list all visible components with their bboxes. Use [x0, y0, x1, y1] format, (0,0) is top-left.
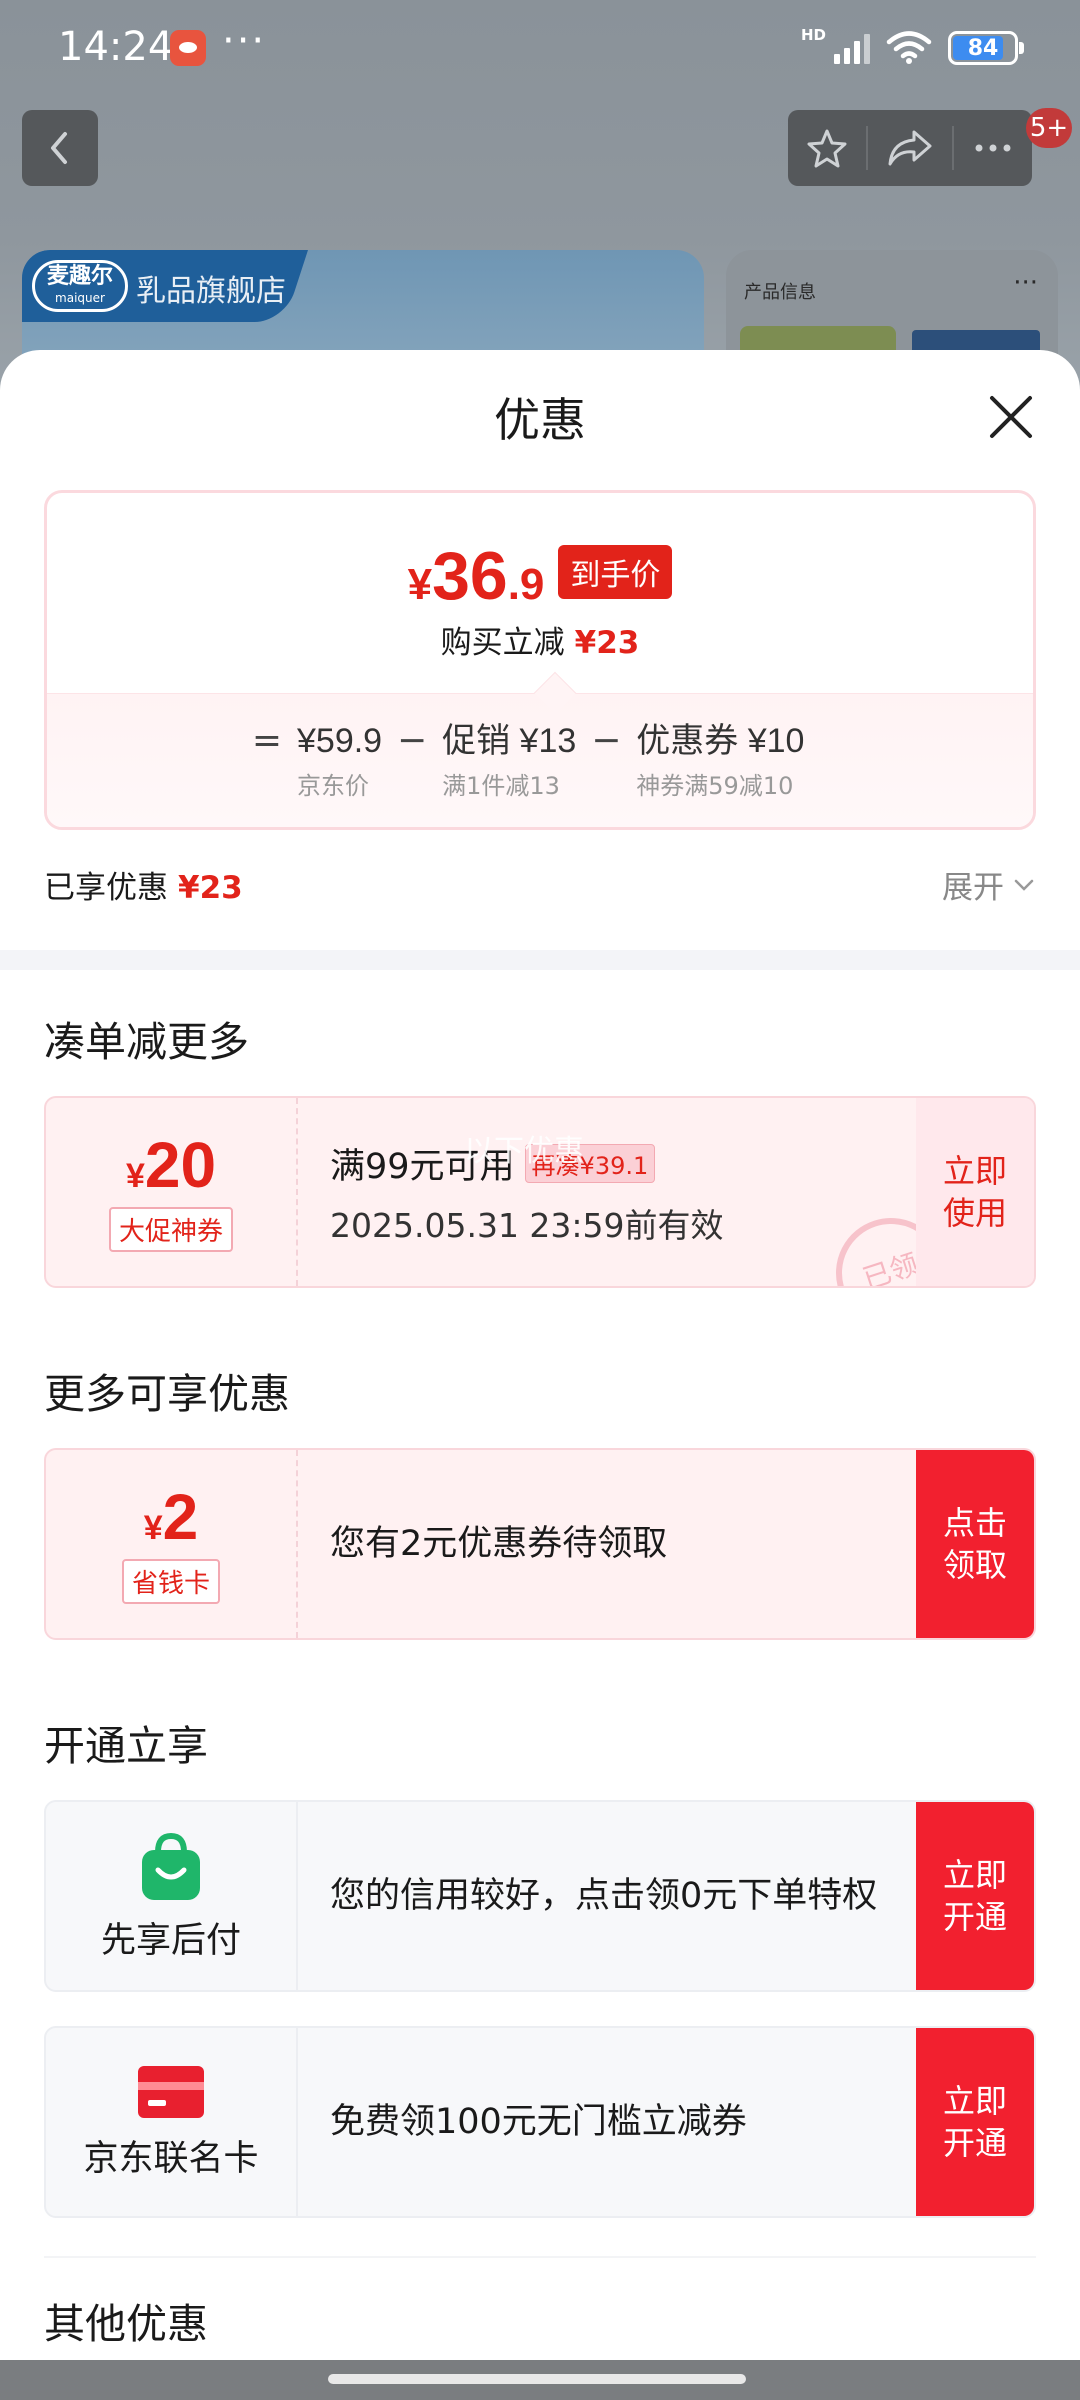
- use-now-button[interactable]: 立即 使用: [916, 1098, 1034, 1286]
- open-now-button[interactable]: 立即 开通: [916, 2028, 1034, 2216]
- claim-button[interactable]: 点击 领取: [916, 1450, 1034, 1638]
- coupon-discount: 优惠券 ¥10 神券满59减10: [636, 722, 805, 800]
- price-calc-area: = ¥59.9 京东价 − 促销 ¥13 满1件减13 − 优惠券 ¥10 神券…: [47, 693, 1033, 827]
- promo-coupon: ¥20 大促神券 满99元可用 再凑¥39.1 2025.05.31 23:59…: [44, 1096, 1036, 1288]
- store-name: 乳品旗舰店: [136, 274, 286, 309]
- shopping-bag-icon: [142, 1832, 200, 1900]
- buy-reduce: 购买立减 ¥23: [440, 625, 640, 661]
- minus-sign: −: [397, 720, 428, 761]
- open-now-button[interactable]: 立即 开通: [916, 1802, 1034, 1990]
- more-notifications-icon: ···: [222, 18, 267, 64]
- section-title-more-combo: 凑单减更多: [44, 1018, 249, 1066]
- back-button[interactable]: [22, 110, 98, 186]
- more-icon[interactable]: [971, 126, 1015, 170]
- coupon-value: ¥20 大促神券: [46, 1098, 298, 1286]
- product-info-more: ···: [1013, 268, 1038, 298]
- offer-name: 先享后付: [100, 1920, 241, 1961]
- status-icons: HD 84: [800, 26, 1024, 68]
- wifi-icon: [886, 31, 932, 64]
- watermark-text: 以下优惠: [464, 1134, 584, 1169]
- app-notification-icon: [170, 30, 206, 66]
- final-price-row: ¥36.9 到手价: [47, 537, 1033, 615]
- coupon-type-label: 省钱卡: [121, 1558, 220, 1604]
- final-price-tag: 到手价: [558, 545, 673, 599]
- chevron-down-icon: [1014, 879, 1034, 891]
- message-badge: 5+: [1026, 108, 1072, 148]
- section-title-more-offers: 更多可享优惠: [44, 1370, 290, 1418]
- coupon-details: 您有2元优惠券待领取: [330, 1524, 668, 1564]
- nav-actions: [788, 110, 1032, 186]
- price-breakdown-card: ¥36.9 到手价 购买立减 ¥23 = ¥59.9 京东价 − 促销 ¥13 满…: [44, 490, 1036, 830]
- battery-level: 84: [967, 36, 999, 61]
- hd-label: HD: [800, 26, 826, 44]
- co-branded-card-offer: 京东联名卡 免费领100元无门槛立减券 立即 开通: [44, 2026, 1036, 2218]
- section-title-open-enjoy: 开通立享: [44, 1722, 208, 1770]
- status-bar: 14:24 ··· HD 84: [0, 0, 1080, 100]
- offer-name: 京东联名卡: [83, 2138, 259, 2179]
- final-price: ¥36.9: [407, 538, 545, 614]
- coupon-details: 满99元可用 再凑¥39.1 2025.05.31 23:59前有效: [330, 1098, 904, 1286]
- sheet-title: 优惠: [494, 393, 586, 447]
- offer-details: 您的信用较好，点击领0元下单特权: [330, 1876, 878, 1916]
- offer-details: 免费领100元无门槛立减券: [330, 2102, 747, 2142]
- close-icon[interactable]: [978, 384, 1044, 450]
- savings-card-coupon: ¥2 省钱卡 您有2元优惠券待领取 点击 领取: [44, 1448, 1036, 1640]
- promotion-discount: 促销 ¥13 满1件减13: [442, 722, 577, 800]
- section-title-other: 其他优惠: [44, 2300, 208, 2348]
- coupon-expiry: 2025.05.31 23:59前有效: [330, 1205, 724, 1245]
- signal-icon: [834, 32, 870, 64]
- chevron-left-icon: [51, 132, 67, 164]
- coupon-type-label: 大促神券: [108, 1206, 233, 1252]
- battery-icon: 84: [948, 31, 1024, 65]
- coupon-value: ¥2 省钱卡: [46, 1450, 298, 1638]
- enjoyed-discount: 已享优惠 ¥23: [44, 870, 243, 906]
- discount-sheet: 优惠 ¥36.9 到手价 购买立减 ¥23 = ¥59.9 京东价 − 促销 ¥…: [0, 350, 1080, 2360]
- jd-price: ¥59.9 京东价: [297, 722, 383, 800]
- section-divider: [0, 950, 1080, 970]
- pay-later-offer: 先享后付 您的信用较好，点击领0元下单特权 立即 开通: [44, 1800, 1036, 1992]
- expand-button[interactable]: 展开: [942, 862, 1036, 907]
- store-logo: 麦趣尔 maiquer: [32, 260, 128, 312]
- product-info-title: 产品信息: [744, 282, 816, 303]
- price-calculation: = ¥59.9 京东价 − 促销 ¥13 满1件减13 − 优惠券 ¥10 神券…: [237, 720, 805, 801]
- status-time: 14:24: [58, 24, 174, 70]
- section-divider: [44, 2256, 1036, 2258]
- minus-sign: −: [591, 720, 622, 761]
- share-icon[interactable]: [886, 126, 934, 170]
- equals-sign: =: [251, 720, 283, 761]
- card-icon: [138, 2065, 204, 2118]
- home-indicator: [0, 2360, 1080, 2400]
- offer-brand: 先享后付: [46, 1802, 298, 1990]
- star-icon[interactable]: [805, 126, 849, 170]
- offer-brand: 京东联名卡: [46, 2028, 298, 2216]
- background-page: 14:24 ··· HD 84 5+ 麦趣尔 maiquer 乳品旗舰店 产品信…: [0, 0, 1080, 400]
